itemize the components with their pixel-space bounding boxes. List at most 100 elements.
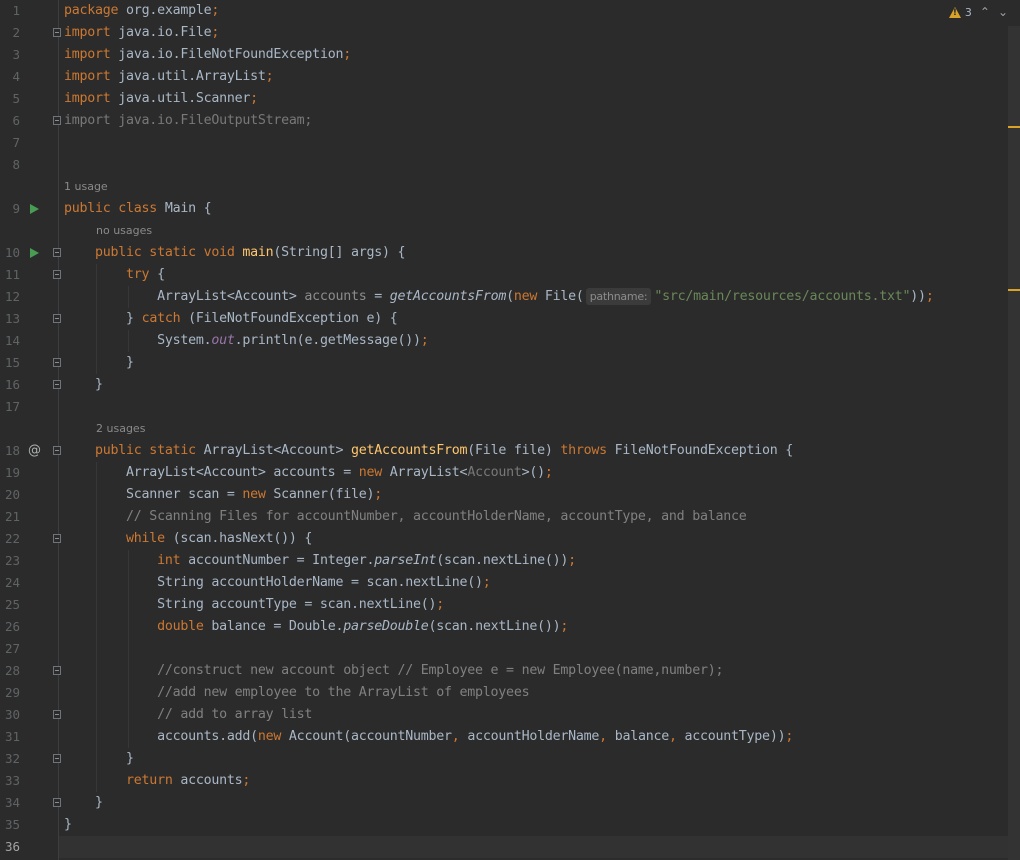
code-line[interactable]: 25 String accountType = scan.nextLine();: [0, 594, 1008, 616]
code-text: }: [64, 355, 134, 370]
fold-end-icon[interactable]: [53, 116, 61, 125]
line-number: 29: [4, 685, 20, 700]
line-number: 5: [12, 91, 20, 106]
fold-icon[interactable]: [53, 248, 61, 257]
code-line[interactable]: 24 String accountHolderName = scan.nextL…: [0, 572, 1008, 594]
vertical-scrollbar[interactable]: [1008, 26, 1020, 860]
code-line[interactable]: 10 public static void main(String[] args…: [0, 242, 1008, 264]
run-icon[interactable]: [30, 248, 39, 258]
code-line[interactable]: 29 //add new employee to the ArrayList o…: [0, 682, 1008, 704]
code-line[interactable]: 21 // Scanning Files for accountNumber, …: [0, 506, 1008, 528]
usage-hint[interactable]: no usages: [96, 220, 152, 242]
warning-marker[interactable]: [1008, 289, 1020, 291]
fold-end-icon[interactable]: [53, 754, 61, 763]
annotation-at-icon[interactable]: @: [28, 440, 41, 462]
code-editor[interactable]: 1 package org.example; 2 import java.io.…: [0, 0, 1008, 860]
code-text: accounts.add(new Account(accountNumber, …: [64, 729, 794, 744]
line-number: 34: [4, 795, 20, 810]
line-number: 6: [12, 113, 20, 128]
code-line[interactable]: 27: [0, 638, 1008, 660]
fold-end-icon[interactable]: [53, 798, 61, 807]
code-line[interactable]: 26 double balance = Double.parseDouble(s…: [0, 616, 1008, 638]
code-line[interactable]: 8: [0, 154, 1008, 176]
chevron-up-icon[interactable]: ⌃: [980, 5, 990, 19]
line-number: 4: [12, 69, 20, 84]
code-line[interactable]: 11 try {: [0, 264, 1008, 286]
code-text: double balance = Double.parseDouble(scan…: [64, 619, 569, 634]
code-line[interactable]: 6 import java.io.FileOutputStream;: [0, 110, 1008, 132]
code-line[interactable]: 2 import java.io.File;: [0, 22, 1008, 44]
line-number: 20: [4, 487, 20, 502]
line-number: 31: [4, 729, 20, 744]
code-text: public static void main(String[] args) {: [64, 245, 406, 260]
line-number: 21: [4, 509, 20, 524]
code-text: import java.io.File;: [64, 25, 220, 40]
line-number: 19: [4, 465, 20, 480]
code-line[interactable]: 28 //construct new account object // Emp…: [0, 660, 1008, 682]
code-text: public class Main {: [64, 201, 212, 216]
line-number: 18: [4, 443, 20, 458]
code-text: int accountNumber = Integer.parseInt(sca…: [64, 553, 576, 568]
inspection-widget[interactable]: 3 ⌃ ⌄: [948, 2, 1008, 22]
code-line[interactable]: 12 ArrayList<Account> accounts = getAcco…: [0, 286, 1008, 308]
code-line[interactable]: 18 @ public static ArrayList<Account> ge…: [0, 440, 1008, 462]
usage-hint[interactable]: 2 usages: [96, 418, 145, 440]
warning-triangle-icon[interactable]: [948, 6, 961, 18]
fold-icon[interactable]: [53, 28, 61, 37]
parameter-hint: pathname:: [585, 288, 652, 305]
code-line[interactable]: 22 while (scan.hasNext()) {: [0, 528, 1008, 550]
code-text: import java.util.Scanner;: [64, 91, 258, 106]
fold-icon[interactable]: [53, 446, 61, 455]
code-comment: //construct new account object // Employ…: [64, 663, 724, 678]
code-line[interactable]: 4 import java.util.ArrayList;: [0, 66, 1008, 88]
code-text: } catch (FileNotFoundException e) {: [64, 311, 398, 326]
usage-hint[interactable]: 1 usage: [64, 176, 108, 198]
fold-end-icon[interactable]: [53, 710, 61, 719]
code-line[interactable]: 23 int accountNumber = Integer.parseInt(…: [0, 550, 1008, 572]
code-line[interactable]: 34 }: [0, 792, 1008, 814]
code-line[interactable]: 3 import java.io.FileNotFoundException;: [0, 44, 1008, 66]
code-text: public static ArrayList<Account> getAcco…: [64, 443, 794, 458]
fold-icon[interactable]: [53, 666, 61, 675]
code-line[interactable]: 9 public class Main {: [0, 198, 1008, 220]
code-text: while (scan.hasNext()) {: [64, 531, 313, 546]
line-number: 22: [4, 531, 20, 546]
line-number: 36: [4, 839, 20, 854]
line-number: 23: [4, 553, 20, 568]
code-line-current[interactable]: 36: [0, 836, 1008, 858]
line-number: 35: [4, 817, 20, 832]
warning-marker[interactable]: [1008, 126, 1020, 128]
code-line[interactable]: 19 ArrayList<Account> accounts = new Arr…: [0, 462, 1008, 484]
code-line[interactable]: 17: [0, 396, 1008, 418]
chevron-down-icon[interactable]: ⌄: [998, 5, 1008, 19]
warning-count[interactable]: 3: [965, 6, 972, 19]
code-line[interactable]: 33 return accounts;: [0, 770, 1008, 792]
code-line[interactable]: 7: [0, 132, 1008, 154]
code-line[interactable]: 14 System.out.println(e.getMessage());: [0, 330, 1008, 352]
code-text: System.out.println(e.getMessage());: [64, 333, 429, 348]
fold-end-icon[interactable]: [53, 314, 61, 323]
fold-end-icon[interactable]: [53, 380, 61, 389]
code-line[interactable]: 35 }: [0, 814, 1008, 836]
line-number: 7: [12, 135, 20, 150]
line-number: 28: [4, 663, 20, 678]
code-text: import java.io.FileNotFoundException;: [64, 47, 351, 62]
code-line[interactable]: 13 } catch (FileNotFoundException e) {: [0, 308, 1008, 330]
code-line[interactable]: 32 }: [0, 748, 1008, 770]
code-line[interactable]: 30 // add to array list: [0, 704, 1008, 726]
fold-end-icon[interactable]: [53, 358, 61, 367]
line-number: 26: [4, 619, 20, 634]
code-line[interactable]: 31 accounts.add(new Account(accountNumbe…: [0, 726, 1008, 748]
code-line[interactable]: 15 }: [0, 352, 1008, 374]
code-line[interactable]: 1 package org.example;: [0, 0, 1008, 22]
line-number: 16: [4, 377, 20, 392]
code-line[interactable]: 16 }: [0, 374, 1008, 396]
line-number: 17: [4, 399, 20, 414]
line-number: 27: [4, 641, 20, 656]
code-line[interactable]: 20 Scanner scan = new Scanner(file);: [0, 484, 1008, 506]
code-line[interactable]: 5 import java.util.Scanner;: [0, 88, 1008, 110]
code-text: ArrayList<Account> accounts = getAccount…: [64, 288, 934, 305]
fold-icon[interactable]: [53, 534, 61, 543]
run-icon[interactable]: [30, 204, 39, 214]
fold-icon[interactable]: [53, 270, 61, 279]
